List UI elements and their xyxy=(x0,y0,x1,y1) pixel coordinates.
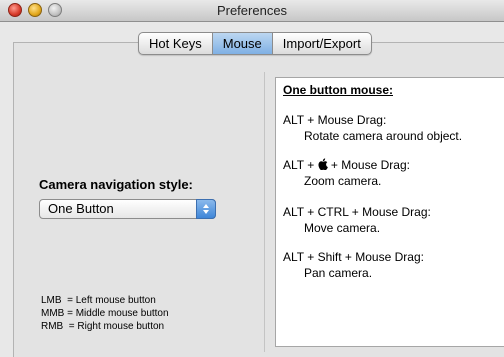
apple-icon xyxy=(318,158,328,170)
legend-line: LMB = Left mouse button xyxy=(41,295,156,306)
tab-bar: Hot Keys Mouse Import/Export xyxy=(138,32,372,55)
help-panel: One button mouse: ALT + Mouse Drag: Rota… xyxy=(275,77,504,347)
help-combo: ALT + + Mouse Drag: xyxy=(283,158,410,172)
help-combo: ALT + Shift + Mouse Drag: xyxy=(283,250,424,264)
help-combo: ALT + CTRL + Mouse Drag: xyxy=(283,205,431,219)
tab-mouse[interactable]: Mouse xyxy=(211,33,272,54)
divider xyxy=(264,72,265,352)
select-arrows-icon xyxy=(196,199,216,219)
help-description: Move camera. xyxy=(304,221,381,235)
selected-value: One Button xyxy=(48,201,114,216)
combo-suffix: + Mouse Drag: xyxy=(327,158,410,172)
tab-hot-keys[interactable]: Hot Keys xyxy=(139,33,212,54)
mouse-button-legend: LMB = Left mouse button MMB = Middle mou… xyxy=(41,294,169,333)
camera-navigation-label: Camera navigation style: xyxy=(39,177,193,192)
help-description: Zoom camera. xyxy=(304,174,382,188)
camera-navigation-select[interactable]: One Button xyxy=(39,199,216,219)
tab-import-export[interactable]: Import/Export xyxy=(271,33,371,54)
help-description: Rotate camera around object. xyxy=(304,129,463,143)
help-item: ALT + CTRL + Mouse Drag: Move camera. xyxy=(283,205,431,235)
help-heading: One button mouse: xyxy=(283,83,393,97)
window-title: Preferences xyxy=(216,3,288,18)
title-bar: Preferences xyxy=(0,0,504,22)
help-description: Pan camera. xyxy=(304,266,373,280)
help-item: ALT + Shift + Mouse Drag: Pan camera. xyxy=(283,250,424,280)
combo-prefix: ALT + xyxy=(283,158,318,172)
legend-line: MMB = Middle mouse button xyxy=(41,308,169,319)
help-combo: ALT + Mouse Drag: xyxy=(283,113,387,127)
help-item: ALT + Mouse Drag: Rotate camera around o… xyxy=(283,113,462,143)
legend-line: RMB = Right mouse button xyxy=(41,321,165,332)
help-item: ALT + + Mouse Drag: Zoom camera. xyxy=(283,158,410,188)
